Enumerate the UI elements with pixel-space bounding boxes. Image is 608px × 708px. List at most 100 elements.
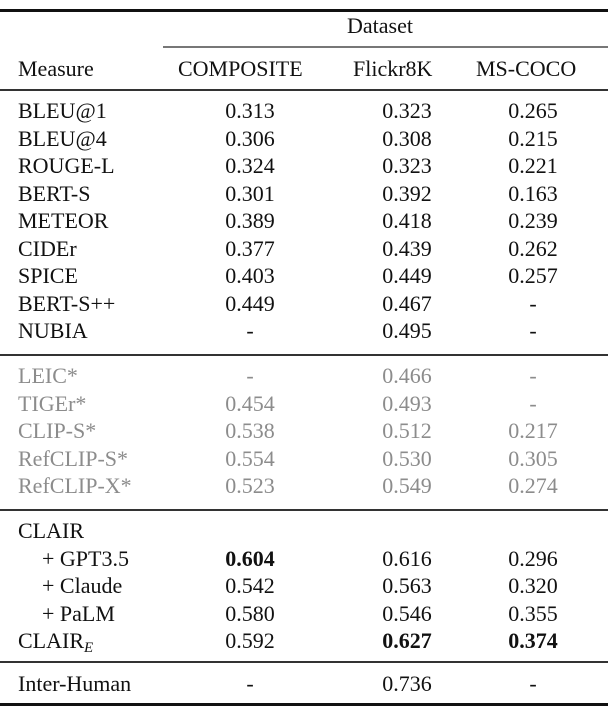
measure-name: BLEU@1 (18, 97, 107, 125)
section-rule (0, 354, 608, 356)
measure-name: + Claude (42, 572, 122, 600)
measure-name: ROUGE-L (18, 152, 115, 180)
table-row: + GPT3.5 0.604 0.616 0.296 (0, 545, 608, 573)
value-composite: 0.377 (225, 235, 275, 261)
value-mscoco: - (529, 671, 537, 696)
value-mscoco: 0.296 (508, 545, 558, 571)
value-flickr8k: 0.308 (382, 125, 432, 151)
table-row: ROUGE-L 0.324 0.323 0.221 (0, 152, 608, 180)
value-mscoco: - (529, 290, 537, 316)
measure-subscript: E (84, 640, 94, 656)
dataset-group-header: Dataset (347, 13, 413, 38)
value-composite: 0.604 (225, 545, 275, 571)
value-mscoco: - (529, 363, 537, 388)
measure-name: CLAIRE (18, 627, 93, 662)
value-mscoco: 0.320 (508, 573, 558, 598)
table-row: CLAIRE 0.592 0.627 0.374 (0, 627, 608, 656)
value-flickr8k: 0.467 (382, 290, 432, 316)
measure-label: BLEU@4 (18, 125, 107, 151)
value-composite: 0.389 (225, 208, 275, 233)
value-flickr8k: 0.495 (382, 318, 432, 343)
value-composite: 0.592 (225, 628, 275, 653)
value-composite: - (246, 671, 254, 696)
value-composite: 0.538 (225, 418, 275, 443)
measure-label: + GPT3.5 (42, 545, 129, 571)
measure-name: SPICE (18, 262, 78, 290)
table-row: SPICE 0.403 0.449 0.257 (0, 262, 608, 290)
value-mscoco: 0.374 (508, 628, 558, 653)
measure-label: + Claude (42, 573, 123, 598)
table-row: BLEU@1 0.313 0.323 0.265 (0, 97, 608, 125)
value-composite: 0.580 (225, 600, 275, 626)
measure-name: RefCLIP-X* (18, 472, 132, 500)
value-mscoco: 0.239 (508, 208, 558, 233)
table-row: BERT-S 0.301 0.392 0.163 (0, 180, 608, 208)
measure-name: METEOR (18, 207, 108, 235)
table-row: CIDEr 0.377 0.439 0.262 (0, 235, 608, 263)
table-row: RefCLIP-S* 0.554 0.530 0.305 (0, 445, 608, 473)
measure-name: CLIP-S* (18, 417, 96, 445)
value-composite: 0.454 (225, 390, 275, 416)
measure-label: CLAIR (18, 518, 84, 543)
value-flickr8k: 0.530 (382, 445, 432, 471)
measure-label: BERT-S (18, 180, 91, 206)
value-composite: 0.449 (225, 290, 275, 316)
value-mscoco: 0.217 (508, 418, 558, 443)
value-flickr8k: 0.392 (382, 180, 432, 206)
value-composite: 0.301 (225, 180, 275, 206)
table-row: CLIP-S* 0.538 0.512 0.217 (0, 417, 608, 445)
value-flickr8k: 0.549 (382, 473, 432, 498)
value-composite: 0.542 (225, 573, 275, 598)
measure-name: BERT-S (18, 180, 90, 208)
table-row: RefCLIP-X* 0.523 0.549 0.274 (0, 472, 608, 500)
measure-label: NUBIA (18, 318, 88, 343)
value-composite: 0.324 (225, 153, 275, 178)
measure-label: RefCLIP-X* (18, 473, 132, 498)
table-row: + PaLM 0.580 0.546 0.355 (0, 600, 608, 628)
value-mscoco: - (529, 390, 537, 416)
value-flickr8k: 0.627 (382, 628, 432, 653)
measure-name: + GPT3.5 (42, 545, 129, 573)
measure-name: RefCLIP-S* (18, 445, 128, 473)
value-mscoco: 0.221 (508, 153, 558, 178)
value-flickr8k: 0.493 (382, 390, 432, 416)
value-composite: 0.306 (225, 125, 275, 151)
measure-label: SPICE (18, 263, 78, 288)
value-flickr8k: 0.736 (382, 671, 432, 696)
value-flickr8k: 0.323 (382, 98, 432, 123)
bottom-rule (0, 703, 608, 706)
measure-label: CLIP-S* (18, 418, 97, 443)
value-flickr8k: 0.466 (382, 363, 432, 388)
value-flickr8k: 0.563 (382, 573, 432, 598)
value-mscoco: 0.262 (508, 235, 558, 261)
value-composite: 0.523 (225, 473, 275, 498)
value-composite: - (246, 363, 254, 388)
header-rule (0, 89, 608, 91)
section-rule (0, 509, 608, 511)
value-mscoco: 0.355 (508, 600, 558, 626)
value-mscoco: - (529, 318, 537, 343)
table-row: LEIC* - 0.466 - (0, 362, 608, 390)
value-mscoco: 0.257 (508, 263, 558, 288)
value-mscoco: 0.305 (508, 445, 558, 471)
value-flickr8k: 0.449 (382, 263, 432, 288)
table-row: NUBIA - 0.495 - (0, 317, 608, 345)
measure-label: BERT-S++ (18, 290, 116, 316)
value-mscoco: 0.265 (508, 98, 558, 123)
value-flickr8k: 0.418 (382, 208, 432, 233)
top-rule (0, 9, 608, 12)
column-header-flickr8k: Flickr8K (353, 56, 433, 81)
measure-label: RefCLIP-S* (18, 445, 128, 471)
measure-label: CIDEr (18, 235, 77, 261)
table-row: METEOR 0.389 0.418 0.239 (0, 207, 608, 235)
value-mscoco: 0.163 (508, 180, 558, 206)
measure-name: TIGEr* (18, 390, 86, 418)
measure-name: BERT-S++ (18, 290, 115, 318)
value-composite: 0.403 (225, 263, 275, 288)
value-flickr8k: 0.616 (382, 545, 432, 571)
table-row: TIGEr* 0.454 0.493 - (0, 390, 608, 418)
value-composite: 0.313 (225, 98, 275, 123)
table-row: CLAIR (0, 517, 608, 545)
value-flickr8k: 0.323 (382, 153, 432, 178)
value-flickr8k: 0.439 (382, 235, 432, 261)
